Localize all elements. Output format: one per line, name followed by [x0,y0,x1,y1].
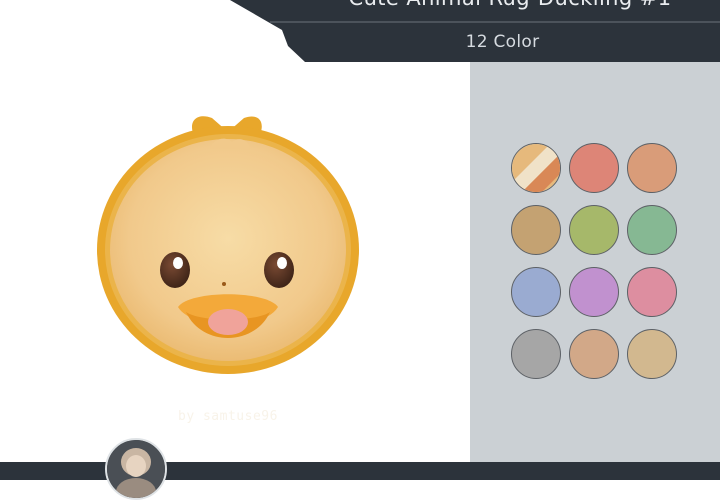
left-eye [160,252,190,288]
swatch-cream-peach-stripe[interactable] [511,143,561,193]
swatch-peach-beige[interactable] [569,329,619,379]
swatch-lavender[interactable] [569,267,619,317]
swatch-orange-tan[interactable] [627,143,677,193]
swatch-gray[interactable] [511,329,561,379]
color-swatch-panel [470,62,720,462]
swatch-mustard[interactable] [511,205,561,255]
swatch-sage-green[interactable] [627,205,677,255]
header-banner: Cute Animal Rug-Duckling #1 12 Color [0,0,720,62]
swatch-periwinkle[interactable] [511,267,561,317]
right-eye [264,252,294,288]
swatch-sand[interactable] [627,329,677,379]
swatch-rose-pink[interactable] [627,267,677,317]
watermark-text: by samtuse96 [178,409,278,424]
duckling-rug-image [97,116,359,374]
page-title: Cute Animal Rug-Duckling #1 [300,0,720,10]
swatch-olive-green[interactable] [569,205,619,255]
tongue [208,309,248,335]
swatch-coral[interactable] [569,143,619,193]
profile-avatar[interactable] [105,438,167,500]
rug-preview-area: by samtuse96 [0,62,470,462]
stripe-pattern [512,144,560,192]
avatar-figure [107,440,165,498]
color-count-label: 12 Color [465,32,540,52]
